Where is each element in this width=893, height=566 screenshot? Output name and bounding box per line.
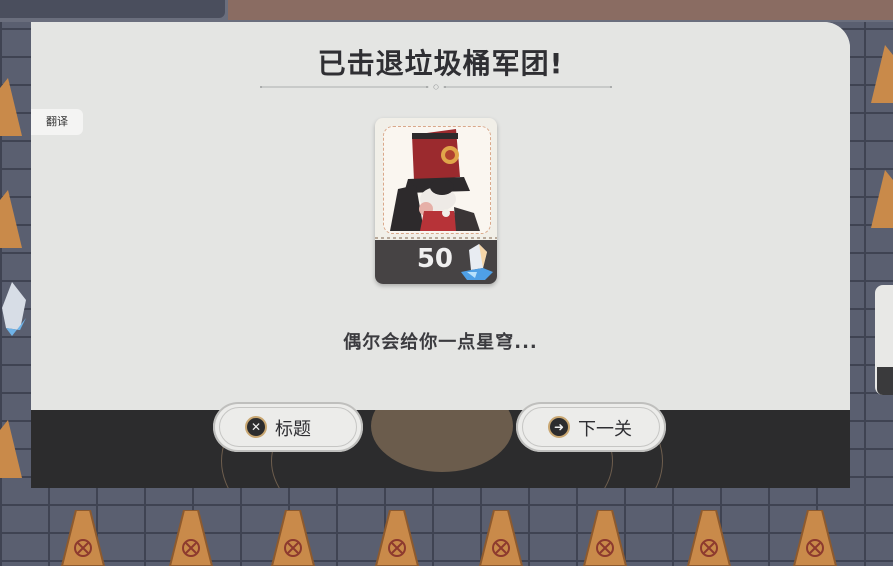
dialog-footer [31, 410, 850, 488]
traffic-cone-icon [374, 510, 420, 566]
reward-count: 50 [416, 244, 453, 274]
traffic-cone-icon [871, 45, 893, 103]
title-screen-label: 标题 [275, 419, 311, 440]
traffic-cone-icon [270, 510, 316, 566]
top-right-panel [228, 0, 893, 20]
side-card [875, 285, 893, 395]
traffic-cone-icon [686, 510, 732, 566]
traffic-cone-icon [168, 510, 214, 566]
next-level-button[interactable]: ➜ 下一关 [516, 402, 666, 452]
reward-item-card: 50 [375, 118, 497, 284]
traffic-cone-icon [0, 420, 22, 478]
title-screen-button[interactable]: ✕ 标题 [213, 402, 363, 452]
victory-dialog: 已击退垃圾桶军团! 50 偶尔会给你一点星穹... [31, 22, 850, 488]
arrow-right-icon: ➜ [548, 416, 570, 438]
traffic-cone-icon [478, 510, 524, 566]
traffic-cone-icon [0, 78, 22, 136]
close-x-icon: ✕ [245, 416, 267, 438]
next-level-label: 下一关 [578, 419, 632, 440]
translate-button[interactable]: 翻译 [31, 109, 83, 135]
top-left-slots [0, 0, 225, 18]
title-divider [260, 84, 612, 90]
traffic-cone-icon [60, 510, 106, 566]
character-portrait [383, 126, 491, 234]
character-portrait-image [384, 127, 490, 233]
traffic-cone-icon [871, 170, 893, 228]
traffic-cone-icon [0, 190, 22, 248]
crystal-icon [2, 282, 26, 336]
stellar-jade-crystal-icon [461, 244, 493, 280]
dialog-message: 偶尔会给你一点星穹... [343, 332, 538, 353]
traffic-cone-icon [582, 510, 628, 566]
traffic-cone-icon [792, 510, 838, 566]
dialog-title: 已击退垃圾桶军团! [317, 47, 564, 80]
